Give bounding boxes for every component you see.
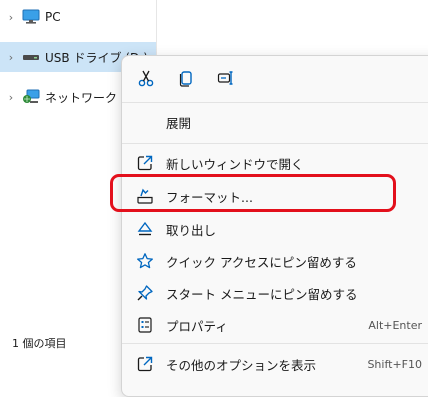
rename-button[interactable] (212, 66, 240, 94)
menu-item-properties[interactable]: プロパティ Alt+Enter (126, 310, 426, 340)
menu-item-label: 新しいウィンドウで開く (166, 156, 304, 172)
menu-item-label: 取り出し (166, 222, 217, 238)
menu-item-open-new-window[interactable]: 新しいウィンドウで開く (126, 148, 426, 178)
menu-item-more-options[interactable]: その他のオプションを表示 Shift+F10 (126, 349, 426, 379)
usb-drive-icon (22, 49, 40, 65)
nav-item-label: ネットワーク (45, 90, 118, 105)
status-bar-item-count: 1 個の項目 (12, 337, 67, 350)
copy-icon (177, 69, 195, 91)
menu-separator (122, 343, 428, 344)
eject-icon (136, 220, 154, 238)
cut-button[interactable] (132, 66, 160, 94)
menu-separator (122, 143, 428, 144)
rename-icon (217, 69, 235, 91)
menu-item-shortcut: Alt+Enter (368, 318, 422, 332)
chevron-right-icon[interactable]: › (6, 91, 16, 104)
menu-item-format[interactable]: フォーマット... (126, 181, 426, 211)
nav-item-label: PC (45, 10, 61, 24)
nav-item-pc[interactable]: › PC (0, 2, 156, 32)
scissors-icon (137, 69, 155, 91)
context-menu: 展開 新しいウィンドウで開く フォーマット... 取り出し クイック アクセスに… (121, 55, 428, 397)
menu-item-label: 展開 (166, 115, 192, 131)
quick-action-bar (122, 56, 428, 102)
open-new-window-icon (136, 154, 154, 172)
menu-item-label: クイック アクセスにピン留めする (166, 254, 357, 270)
menu-item-label: プロパティ (166, 318, 228, 334)
copy-button[interactable] (172, 66, 200, 94)
chevron-right-icon[interactable]: › (6, 11, 16, 24)
menu-item-label: その他のオプションを表示 (166, 357, 317, 373)
menu-item-label: スタート メニューにピン留めする (166, 286, 358, 302)
menu-separator (122, 102, 428, 103)
pin-icon (136, 284, 154, 302)
properties-icon (136, 316, 154, 334)
chevron-right-icon[interactable]: › (6, 51, 16, 64)
menu-item-eject[interactable]: 取り出し (126, 214, 426, 244)
monitor-icon (22, 9, 40, 25)
menu-item-label: フォーマット... (166, 189, 253, 205)
menu-item-pin-start[interactable]: スタート メニューにピン留めする (126, 278, 426, 308)
menu-item-pin-quick-access[interactable]: クイック アクセスにピン留めする (126, 246, 426, 276)
menu-item-shortcut: Shift+F10 (367, 357, 422, 371)
network-icon (22, 89, 40, 105)
star-icon (136, 252, 154, 270)
more-options-icon (136, 355, 154, 373)
format-drive-icon (136, 187, 154, 205)
menu-item-expand[interactable]: 展開 (126, 107, 426, 137)
